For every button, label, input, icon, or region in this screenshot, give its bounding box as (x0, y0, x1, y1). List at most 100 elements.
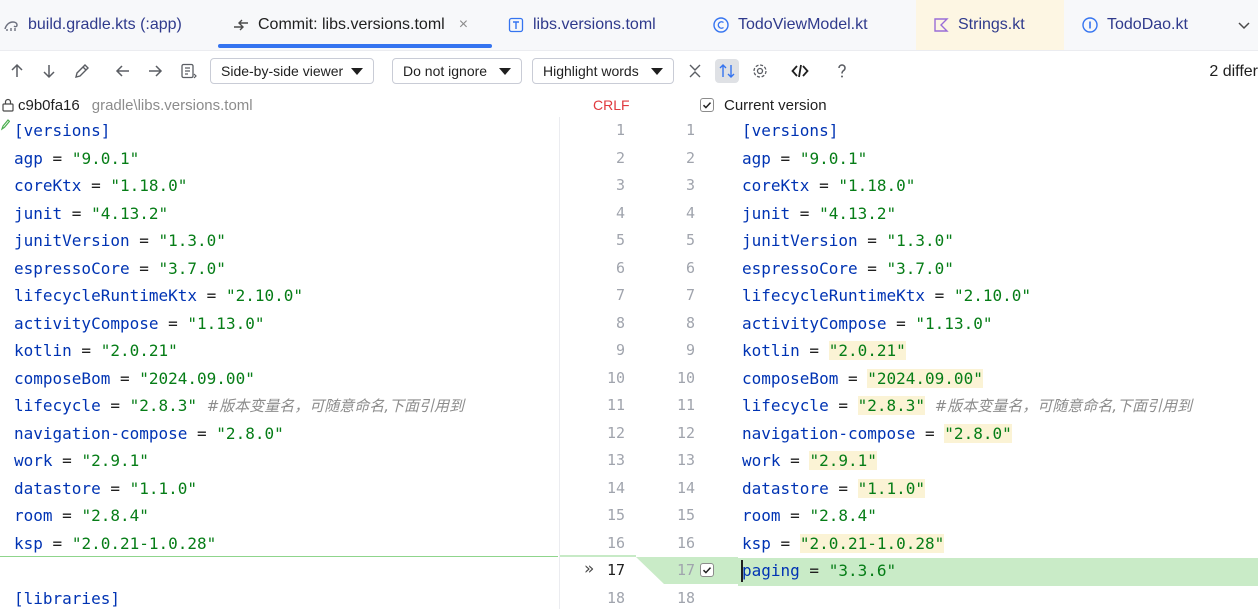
gradle-icon (2, 16, 20, 34)
code-line: [libraries] (14, 585, 120, 609)
code-line: agp = "9.0.1" (742, 145, 867, 173)
equals-sign: = (42, 148, 72, 168)
line-number: 10 (606, 368, 625, 387)
toml-value: "3.7.0" (158, 258, 226, 278)
kotlin-file-icon (932, 16, 950, 34)
right-editor[interactable]: [versions] agp = "9.0.1" coreKtx = "1.18.0… (738, 117, 1258, 609)
editor-tab-bar: build.gradle.kts (:app) Commit: libs.ver… (0, 0, 1258, 51)
tab-libs-versions[interactable]: libs.versions.toml (507, 0, 656, 50)
toml-value: "3.3.6" (828, 561, 897, 580)
code-line: lifecycleRuntimeKtx = "2.10.0" (14, 282, 303, 310)
line-number: 9 (615, 341, 625, 359)
edit-source-icon[interactable] (70, 59, 94, 83)
tab-tododao[interactable]: TodoDao.kt (1081, 0, 1188, 50)
line-number: 12 (606, 423, 625, 442)
tab-todoviewmodel[interactable]: TodoViewModel.kt (712, 0, 868, 50)
toml-section-header: [versions] (742, 121, 839, 140)
sync-scroll-icon[interactable] (715, 59, 739, 83)
tab-strings[interactable]: Strings.kt (916, 0, 1064, 50)
toml-value: "2.0.21-1.0.28" (71, 533, 217, 553)
toml-value: "4.13.2" (819, 203, 897, 223)
toml-comment: #版本变量名，可随意命名,下面引用到 (934, 397, 1193, 415)
line-number: 15 (676, 506, 695, 524)
line-number: 9 (685, 341, 695, 359)
code-line: composeBom = "2024.09.00" (742, 365, 983, 393)
equals-sign: = (809, 176, 839, 195)
viewer-mode-dropdown[interactable]: Side-by-side viewer (210, 58, 374, 84)
document-icon[interactable] (176, 59, 200, 83)
toml-value: "1.18.0" (110, 176, 188, 195)
line-number: 11 (676, 396, 695, 414)
toml-key: kotlin (742, 341, 800, 360)
line-number: 10 (676, 368, 695, 387)
toml-key: junitVersion (14, 231, 130, 250)
toml-key: lifecycle (14, 396, 101, 415)
differences-count: 2 differ (1209, 63, 1258, 80)
line-number: 3 (615, 176, 625, 194)
code-line: coreKtx = "1.18.0" (742, 172, 915, 200)
highlight-mode-dropdown[interactable]: Highlight words (532, 58, 674, 84)
ignore-whitespace-dropdown[interactable]: Do not ignore (392, 58, 522, 84)
chevron-down-icon (651, 67, 663, 75)
toml-value: "2.0.21" (100, 341, 178, 360)
code-line: agp = "9.0.1" (14, 145, 139, 173)
code-diff-icon[interactable] (788, 59, 812, 83)
apply-change-arrows-icon[interactable]: » (584, 559, 594, 579)
toml-value: "2.8.4" (809, 506, 877, 525)
toml-value: "2.0.21-1.0.28" (799, 533, 945, 553)
settings-gear-icon[interactable] (748, 59, 772, 83)
diff-header: c9b0fa16 gradle\libs.versions.toml CRLF … (0, 93, 1258, 117)
equals-sign: = (828, 478, 858, 498)
left-revision-header: c9b0fa16 gradle\libs.versions.toml (2, 93, 253, 117)
collapse-unchanged-icon[interactable] (683, 59, 707, 83)
code-line: activityCompose = "1.13.0" (14, 310, 264, 338)
next-difference-icon[interactable] (37, 59, 61, 83)
line-number: 8 (685, 313, 695, 332)
equals-sign: = (799, 341, 829, 360)
toml-key: coreKtx (14, 176, 82, 195)
equals-sign: = (838, 368, 868, 388)
code-line: work = "2.9.1" (742, 447, 877, 475)
help-icon[interactable] (830, 59, 854, 83)
toml-value: "2.8.0" (216, 423, 284, 443)
toml-key: composeBom (14, 368, 111, 388)
toml-key: composeBom (742, 368, 839, 388)
equals-sign: = (187, 423, 217, 443)
toml-value: "2.8.4" (81, 506, 149, 525)
line-ending-indicator[interactable]: CRLF (593, 93, 630, 117)
arrow-right-icon[interactable] (143, 59, 167, 83)
code-line: espressoCore = "3.7.0" (742, 255, 954, 283)
close-icon[interactable]: × (459, 16, 468, 34)
equals-sign: = (129, 258, 159, 278)
toml-value: "1.1.0" (129, 478, 198, 498)
include-change-checkbox[interactable] (700, 563, 714, 577)
revision-hash: c9b0fa16 (18, 96, 80, 114)
line-number: 8 (615, 313, 625, 332)
previous-difference-icon[interactable] (5, 59, 29, 83)
line-number: 15 (606, 506, 625, 524)
code-line: composeBom = "2024.09.00" (14, 365, 255, 393)
chevron-down-icon[interactable] (1238, 0, 1258, 50)
toml-value: "4.13.2" (91, 203, 169, 223)
equals-sign: = (886, 313, 916, 333)
code-line: junit = "4.13.2" (742, 200, 896, 228)
toml-key: navigation-compose (14, 423, 188, 443)
code-line: room = "2.8.4" (14, 502, 149, 530)
left-editor[interactable]: [versions] agp = "9.0.1" coreKtx = "1.18.0… (0, 117, 558, 609)
toml-value: "9.0.1" (799, 148, 868, 168)
toml-key: activityCompose (742, 313, 887, 333)
code-line: ksp = "2.0.21-1.0.28" (14, 530, 216, 558)
line-number: 6 (615, 258, 625, 277)
toml-key: espressoCore (742, 258, 858, 278)
arrow-left-icon[interactable] (111, 59, 135, 83)
kotlin-interface-icon (1081, 16, 1099, 34)
toml-value: "1.3.0" (158, 231, 226, 250)
code-line: navigation-compose = "2.8.0" (742, 420, 1012, 448)
line-number: 1 (615, 121, 625, 139)
tab-commit-libs-versions[interactable]: Commit: libs.versions.toml × (232, 0, 468, 50)
equals-sign: = (780, 506, 810, 525)
tab-build-gradle[interactable]: build.gradle.kts (:app) (2, 0, 182, 50)
current-version-checkbox[interactable] (700, 98, 714, 112)
